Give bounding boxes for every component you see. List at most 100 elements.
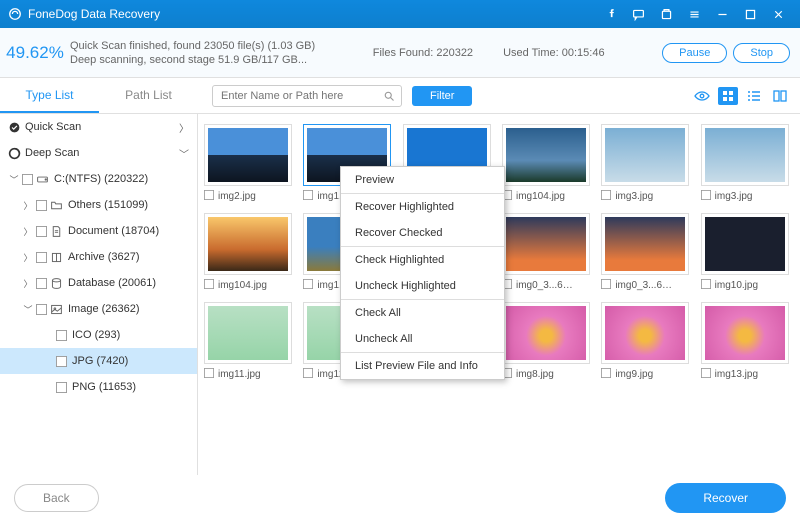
thumb-image[interactable] — [601, 213, 689, 275]
file-thumb[interactable]: img9.jpg — [601, 302, 694, 381]
checkbox-icon[interactable] — [56, 382, 67, 393]
ctx-uncheck-all[interactable]: Uncheck All — [341, 326, 504, 352]
ctx-list-info[interactable]: List Preview File and Info — [341, 353, 504, 379]
checkbox-icon[interactable] — [303, 279, 313, 289]
thumb-image[interactable] — [601, 302, 689, 364]
sidebar-drive[interactable]: ﹀ C:(NTFS) (220322) — [0, 166, 197, 192]
menu-icon[interactable] — [680, 0, 708, 28]
ctx-check-highlighted[interactable]: Check Highlighted — [341, 247, 504, 273]
sidebar-ico[interactable]: ICO (293) — [0, 322, 197, 348]
thumb-image[interactable] — [701, 213, 789, 275]
checkbox-icon[interactable] — [204, 190, 214, 200]
check-circle-icon — [8, 121, 21, 134]
thumb-image[interactable] — [701, 124, 789, 186]
file-name: img11.jpg — [218, 369, 261, 380]
used-time: Used Time: 00:15:46 — [503, 47, 605, 59]
detail-view-icon[interactable] — [770, 87, 790, 105]
scan-status-text: Quick Scan finished, found 23050 file(s)… — [70, 38, 315, 68]
file-thumb[interactable]: img8.jpg — [502, 302, 595, 381]
list-view-icon[interactable] — [744, 87, 764, 105]
checkbox-icon[interactable] — [204, 368, 214, 378]
pause-button[interactable]: Pause — [662, 43, 727, 63]
checkbox-icon[interactable] — [36, 200, 47, 211]
checkbox-icon[interactable] — [36, 278, 47, 289]
sidebar-document[interactable]: 〉 Document (18704) — [0, 218, 197, 244]
checkbox-icon[interactable] — [701, 279, 711, 289]
chevron-down-icon: ﹀ — [179, 146, 189, 161]
thumb-image[interactable] — [701, 302, 789, 364]
file-thumb[interactable]: img3.jpg — [601, 124, 694, 203]
thumb-image[interactable] — [502, 302, 590, 364]
sidebar-png[interactable]: PNG (11653) — [0, 374, 197, 400]
recover-button[interactable]: Recover — [665, 483, 786, 513]
file-name: img0_3...60.jpg — [615, 280, 677, 291]
checkbox-icon[interactable] — [56, 356, 67, 367]
file-thumb[interactable]: img10.jpg — [701, 213, 794, 292]
file-thumb[interactable]: img2.jpg — [204, 124, 297, 203]
stop-button[interactable]: Stop — [733, 43, 790, 63]
chevron-down-icon: ﹀ — [8, 173, 20, 186]
file-thumb[interactable]: img13.jpg — [701, 302, 794, 381]
ctx-uncheck-highlighted[interactable]: Uncheck Highlighted — [341, 273, 504, 299]
checkbox-icon[interactable] — [303, 368, 313, 378]
file-thumb[interactable]: img104.jpg — [204, 213, 297, 292]
sidebar-deep-scan[interactable]: Deep Scan ﹀ — [0, 140, 197, 166]
sidebar-database[interactable]: 〉 Database (20061) — [0, 270, 197, 296]
checkbox-icon[interactable] — [22, 174, 33, 185]
sidebar-quick-scan[interactable]: Quick Scan 〉 — [0, 114, 197, 140]
checkbox-icon[interactable] — [701, 368, 711, 378]
register-icon[interactable] — [652, 0, 680, 28]
image-icon — [50, 303, 63, 316]
sidebar-image[interactable]: ﹀ Image (26362) — [0, 296, 197, 322]
file-thumb[interactable]: img3.jpg — [701, 124, 794, 203]
search-input-wrap[interactable] — [212, 85, 402, 107]
minimize-icon[interactable] — [708, 0, 736, 28]
sidebar-archive[interactable]: 〉 Archive (3627) — [0, 244, 197, 270]
tab-type-list[interactable]: Type List — [0, 78, 99, 113]
search-input[interactable] — [219, 89, 383, 103]
checkbox-icon[interactable] — [56, 330, 67, 341]
thumb-image[interactable] — [601, 124, 689, 186]
checkbox-icon[interactable] — [601, 279, 611, 289]
file-thumb[interactable]: img104.jpg — [502, 124, 595, 203]
checkbox-icon[interactable] — [701, 190, 711, 200]
thumb-image[interactable] — [502, 124, 590, 186]
chevron-right-icon: 〉 — [22, 225, 34, 238]
grid-view-icon[interactable] — [718, 87, 738, 105]
preview-toggle-icon[interactable] — [692, 87, 712, 105]
thumb-image[interactable] — [502, 213, 590, 275]
sidebar-jpg[interactable]: JPG (7420) — [0, 348, 197, 374]
facebook-icon[interactable] — [596, 0, 624, 28]
file-name: img104.jpg — [516, 191, 565, 202]
context-menu: Preview Recover Highlighted Recover Chec… — [340, 166, 505, 380]
ctx-preview[interactable]: Preview — [341, 167, 504, 193]
checkbox-icon[interactable] — [36, 252, 47, 263]
thumb-image[interactable] — [204, 124, 292, 186]
thumb-image[interactable] — [204, 213, 292, 275]
checkbox-icon[interactable] — [36, 304, 47, 315]
maximize-icon[interactable] — [736, 0, 764, 28]
database-icon — [50, 277, 63, 290]
ctx-check-all[interactable]: Check All — [341, 300, 504, 326]
file-thumb[interactable]: img0_3...60.jpg — [601, 213, 694, 292]
ctx-recover-highlighted[interactable]: Recover Highlighted — [341, 194, 504, 220]
checkbox-icon[interactable] — [303, 190, 313, 200]
drive-icon — [36, 173, 49, 186]
files-found: Files Found: 220322 — [373, 47, 473, 59]
file-thumb[interactable]: img0_3...60.jpg — [502, 213, 595, 292]
checkbox-icon[interactable] — [601, 368, 611, 378]
checkbox-icon[interactable] — [36, 226, 47, 237]
file-thumb[interactable]: img11.jpg — [204, 302, 297, 381]
checkbox-icon[interactable] — [204, 279, 214, 289]
back-button[interactable]: Back — [14, 484, 99, 512]
file-name: img3.jpg — [615, 191, 653, 202]
footer: Back Recover — [0, 475, 800, 521]
feedback-icon[interactable] — [624, 0, 652, 28]
ctx-recover-checked[interactable]: Recover Checked — [341, 220, 504, 246]
thumb-image[interactable] — [204, 302, 292, 364]
tab-path-list[interactable]: Path List — [99, 78, 198, 113]
close-icon[interactable] — [764, 0, 792, 28]
checkbox-icon[interactable] — [601, 190, 611, 200]
sidebar-others[interactable]: 〉 Others (151099) — [0, 192, 197, 218]
filter-button[interactable]: Filter — [412, 86, 472, 106]
